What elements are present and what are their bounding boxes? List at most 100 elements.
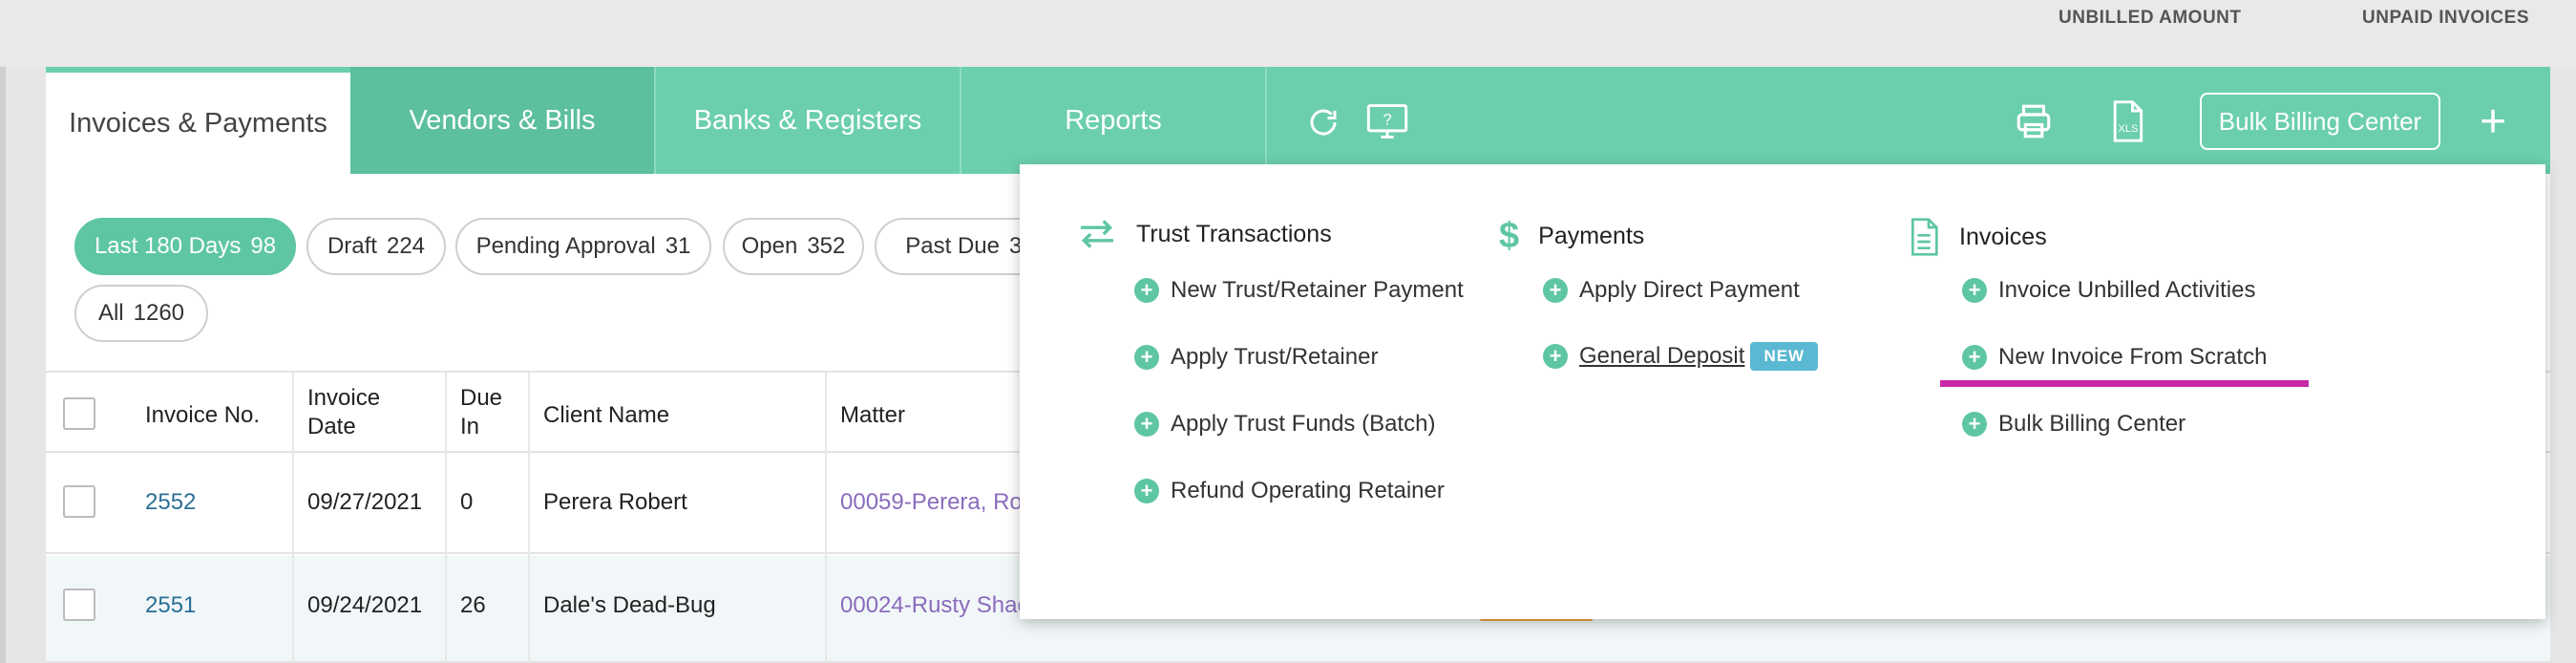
trust-transactions-title: Trust Transactions xyxy=(1136,220,1332,247)
col-matter[interactable]: Matter xyxy=(840,401,905,430)
menu-label: Apply Trust Funds (Batch) xyxy=(1171,411,1436,437)
invoice-date: 09/27/2021 xyxy=(307,489,423,515)
unpaid-invoices-label: UNPAID INVOICES xyxy=(2362,8,2530,28)
plus-circle-icon: + xyxy=(1134,479,1159,503)
filter-label: Draft xyxy=(327,233,377,259)
menu-label: Invoice Unbilled Activities xyxy=(1998,277,2256,303)
tab-label: Banks & Registers xyxy=(693,104,922,136)
new-badge: NEW xyxy=(1750,342,1819,371)
tab-label: Vendors & Bills xyxy=(409,104,596,136)
filter-label: Past Due xyxy=(905,233,1000,259)
filter-count: 98 xyxy=(250,233,277,259)
menu-label: Apply Trust/Retainer xyxy=(1171,344,1379,370)
menu-label: Refund Operating Retainer xyxy=(1171,478,1445,503)
svg-text:XLS: XLS xyxy=(2119,123,2139,135)
menu-label: Bulk Billing Center xyxy=(1998,411,2186,437)
matter-link[interactable]: 00024-Rusty Shac xyxy=(840,592,1028,619)
filter-label: Last 180 Days xyxy=(94,233,242,259)
filter-all[interactable]: All 1260 xyxy=(74,285,208,342)
tab-banks-registers[interactable]: Banks & Registers xyxy=(656,67,961,174)
column-divider xyxy=(445,373,447,663)
menu-label: General Deposit xyxy=(1579,343,1745,369)
plus-circle-icon: + xyxy=(1134,278,1159,303)
menu-refund-operating-retainer[interactable]: + Refund Operating Retainer xyxy=(1134,478,1445,504)
payments-title: Payments xyxy=(1538,223,1645,249)
tab-bar: Invoices & Payments Vendors & Bills Bank… xyxy=(46,67,2550,174)
col-invoice-no[interactable]: Invoice No. xyxy=(145,401,260,430)
plus-circle-icon: + xyxy=(1543,278,1568,303)
menu-label: New Invoice From Scratch xyxy=(1998,344,2268,370)
tab-label: Reports xyxy=(1065,104,1162,136)
col-due-in[interactable]: Due In xyxy=(460,384,502,441)
transfer-arrows-icon xyxy=(1077,218,1117,250)
col-due-line1: Due xyxy=(460,385,503,411)
plus-circle-icon: + xyxy=(1543,344,1568,369)
tab-label: Invoices & Payments xyxy=(69,107,327,139)
filter-count: 1260 xyxy=(133,300,185,326)
tab-reports[interactable]: Reports xyxy=(961,67,1267,174)
column-divider xyxy=(825,373,827,663)
client-name: Perera Robert xyxy=(543,489,687,515)
filter-label: Open xyxy=(741,233,798,259)
plus-circle-icon: + xyxy=(1134,412,1159,437)
filter-count: 224 xyxy=(386,233,426,259)
col-client-name[interactable]: Client Name xyxy=(543,401,669,430)
row-checkbox[interactable] xyxy=(63,588,95,621)
help-screen-icon[interactable]: ? xyxy=(1363,99,1411,143)
col-invoice-date-line2: Date xyxy=(307,414,356,439)
menu-invoice-unbilled-activities[interactable]: + Invoice Unbilled Activities xyxy=(1962,277,2255,304)
client-name: Dale's Dead-Bug xyxy=(543,592,716,618)
row-checkbox[interactable] xyxy=(63,485,95,518)
filter-pending-approval[interactable]: Pending Approval 31 xyxy=(455,218,711,275)
plus-circle-icon: + xyxy=(1134,345,1159,370)
menu-apply-trust-retainer[interactable]: + Apply Trust/Retainer xyxy=(1134,344,1378,371)
dollar-icon: $ xyxy=(1499,216,1520,256)
menu-new-invoice-from-scratch[interactable]: + New Invoice From Scratch xyxy=(1962,344,2267,371)
invoice-number-link[interactable]: 2551 xyxy=(145,592,196,619)
column-divider xyxy=(292,373,294,663)
due-in: 26 xyxy=(460,592,486,618)
menu-bulk-billing-center[interactable]: + Bulk Billing Center xyxy=(1962,411,2185,438)
filter-count: 352 xyxy=(807,233,846,259)
due-in: 0 xyxy=(460,489,474,515)
print-icon[interactable] xyxy=(2011,99,2057,143)
invoice-number-link[interactable]: 2552 xyxy=(145,489,196,516)
menu-apply-direct-payment[interactable]: + Apply Direct Payment xyxy=(1543,277,1800,304)
matter-link[interactable]: 00059-Perera, Rob xyxy=(840,489,1035,516)
filter-open[interactable]: Open 352 xyxy=(723,218,864,275)
menu-new-trust-retainer-payment[interactable]: + New Trust/Retainer Payment xyxy=(1134,277,1464,304)
bulk-billing-center-button[interactable]: Bulk Billing Center xyxy=(2200,93,2440,150)
invoice-date: 09/24/2021 xyxy=(307,592,423,618)
filter-label: Pending Approval xyxy=(475,233,656,259)
highlight-underline xyxy=(1940,380,2309,387)
invoices-title: Invoices xyxy=(1959,223,2047,250)
tab-invoices-payments[interactable]: Invoices & Payments xyxy=(46,73,350,174)
col-invoice-date[interactable]: Invoice Date xyxy=(307,384,380,441)
plus-circle-icon: + xyxy=(1962,345,1987,370)
plus-circle-icon: + xyxy=(1962,412,1987,437)
filter-label: All xyxy=(97,300,124,326)
menu-label: New Trust/Retainer Payment xyxy=(1171,277,1464,303)
xls-export-icon[interactable]: XLS xyxy=(2104,97,2150,145)
filter-draft[interactable]: Draft 224 xyxy=(306,218,446,275)
menu-apply-trust-funds-batch[interactable]: + Apply Trust Funds (Batch) xyxy=(1134,411,1435,438)
menu-general-deposit[interactable]: + General Deposit NEW xyxy=(1543,342,1819,371)
col-invoice-date-line1: Invoice xyxy=(307,385,381,411)
col-due-line2: In xyxy=(460,414,480,439)
document-icon xyxy=(1908,218,1940,256)
plus-circle-icon: + xyxy=(1962,278,1987,303)
unbilled-amount-label: UNBILLED AMOUNT xyxy=(2059,8,2242,28)
add-new-button[interactable]: + xyxy=(2467,96,2519,147)
column-divider xyxy=(528,373,530,663)
filter-count: 31 xyxy=(665,233,691,259)
menu-label: Apply Direct Payment xyxy=(1579,277,1800,303)
invoices-heading: Invoices xyxy=(1908,218,2047,256)
new-item-dropdown: Trust Transactions + New Trust/Retainer P… xyxy=(1020,164,2545,619)
summary-strip: UNBILLED AMOUNT UNPAID INVOICES xyxy=(0,0,2576,67)
tab-vendors-bills[interactable]: Vendors & Bills xyxy=(350,67,656,174)
refresh-icon[interactable] xyxy=(1302,101,1344,143)
select-all-checkbox[interactable] xyxy=(63,397,95,430)
svg-text:?: ? xyxy=(1383,111,1391,128)
trust-transactions-heading: Trust Transactions xyxy=(1077,218,1332,250)
filter-last-180-days[interactable]: Last 180 Days 98 xyxy=(74,218,296,275)
